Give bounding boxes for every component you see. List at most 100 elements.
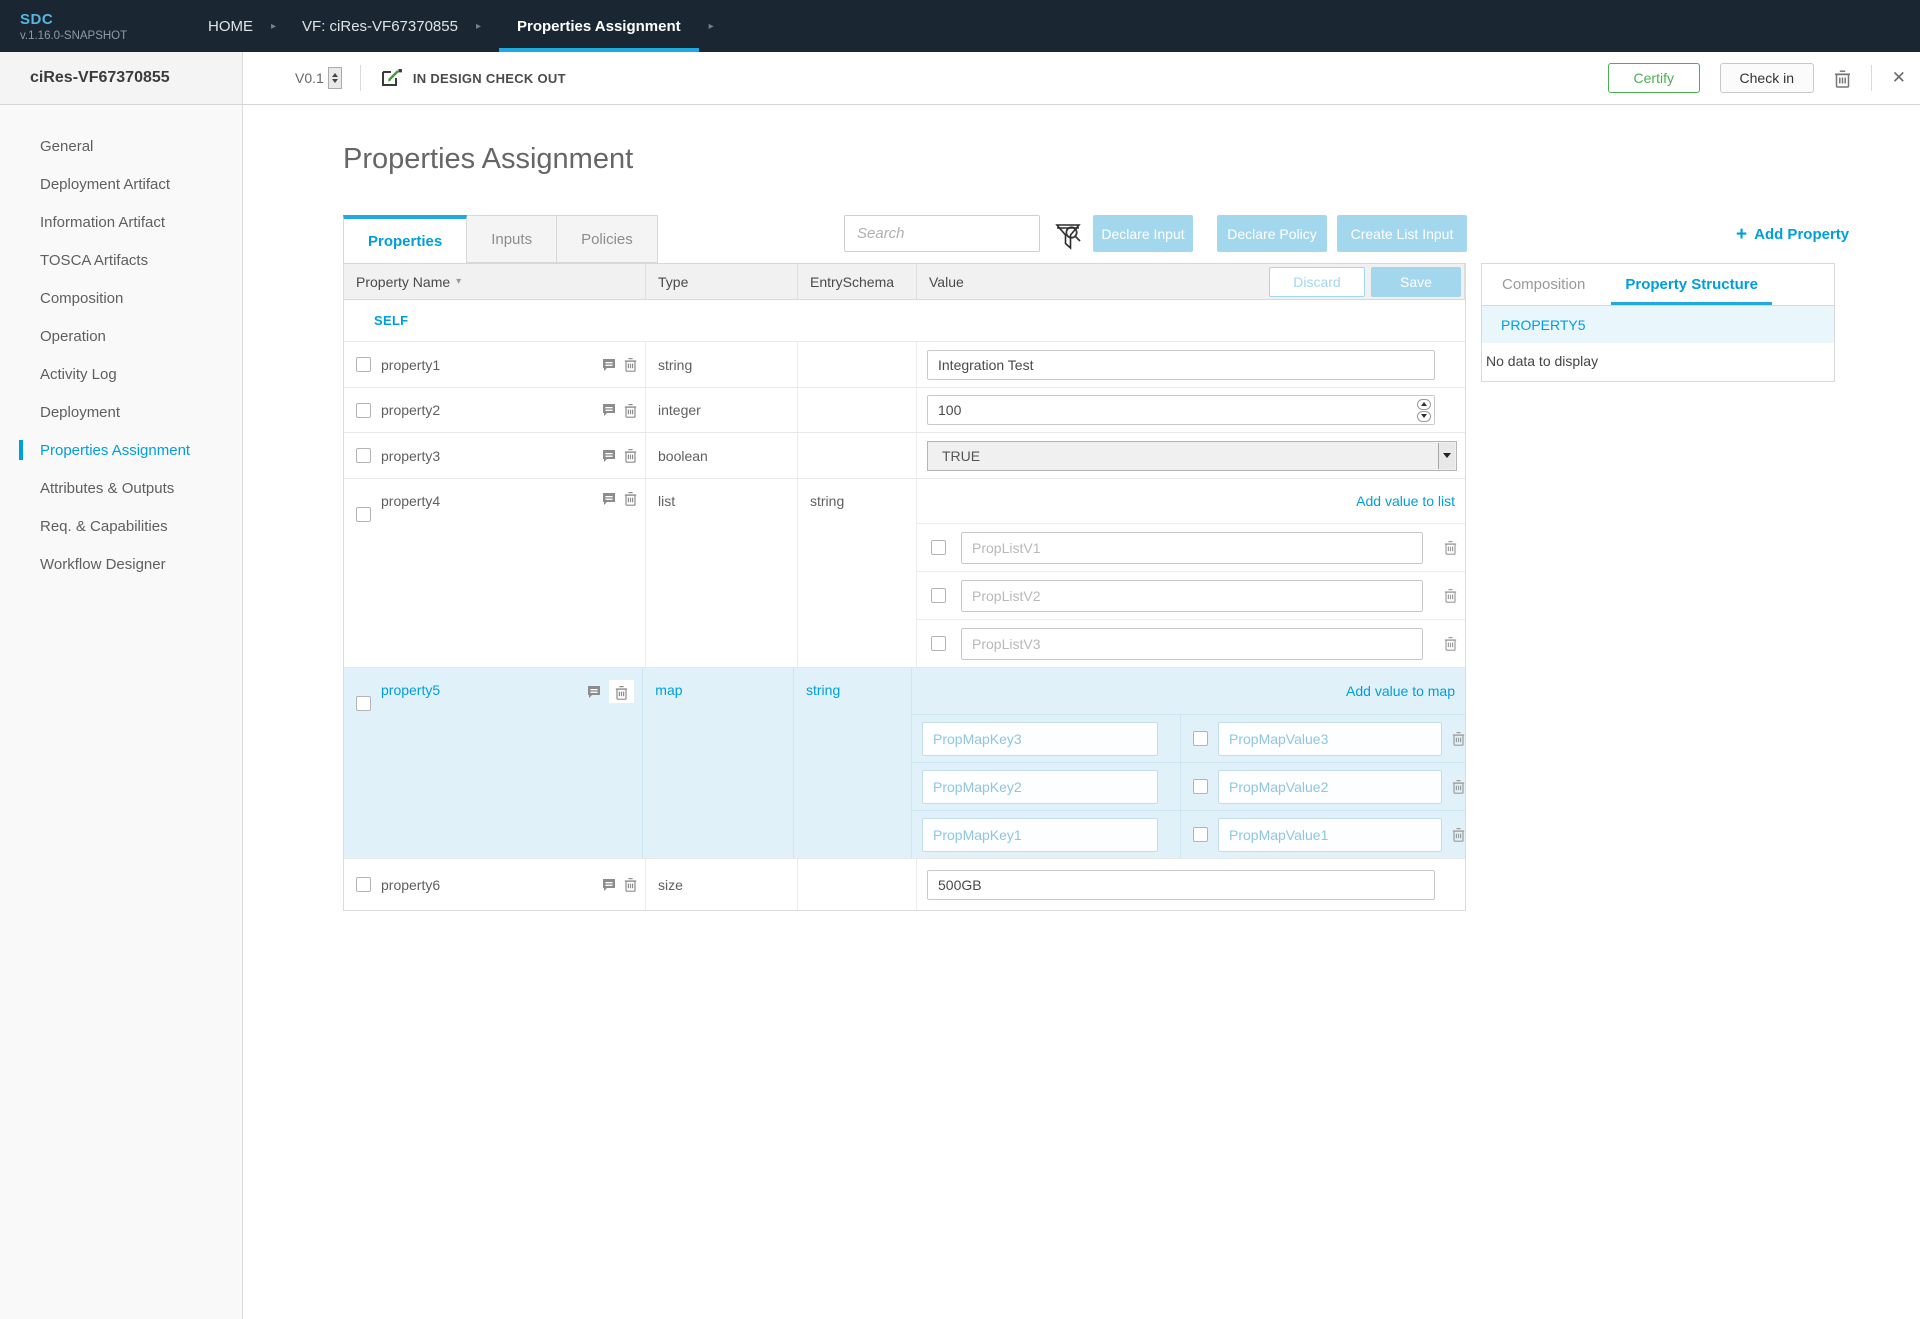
trash-icon xyxy=(1834,69,1851,88)
breadcrumb-properties-assignment[interactable]: Properties Assignment xyxy=(499,0,699,52)
sidebar-item-attributes-outputs[interactable]: Attributes & Outputs xyxy=(0,469,242,507)
trash-icon[interactable] xyxy=(1444,636,1457,651)
stepper-up-icon[interactable] xyxy=(1417,399,1431,410)
discard-button[interactable]: Discard xyxy=(1269,267,1365,297)
list-value-row xyxy=(917,523,1465,571)
version-spinner-icon[interactable] xyxy=(328,67,342,89)
property2-value-input[interactable] xyxy=(927,395,1435,425)
tab-policies[interactable]: Policies xyxy=(557,215,658,263)
map-value-input[interactable] xyxy=(1218,818,1442,852)
stepper-down-icon[interactable] xyxy=(1417,411,1431,422)
sidebar-item-composition[interactable]: Composition xyxy=(0,279,242,317)
trash-icon[interactable] xyxy=(624,357,637,372)
sidebar-item-activity-log[interactable]: Activity Log xyxy=(0,355,242,393)
comment-icon[interactable] xyxy=(602,878,616,892)
tab-property-structure[interactable]: Property Structure xyxy=(1605,264,1778,305)
check-in-button[interactable]: Check in xyxy=(1720,63,1814,93)
sidebar-item-operation[interactable]: Operation xyxy=(0,317,242,355)
map-key-input[interactable] xyxy=(922,722,1158,756)
status-text: IN DESIGN CHECK OUT xyxy=(413,71,566,86)
map-key-input[interactable] xyxy=(922,818,1158,852)
list-value-input[interactable] xyxy=(961,628,1423,660)
number-stepper[interactable] xyxy=(1416,398,1432,422)
trash-icon[interactable] xyxy=(1452,731,1465,746)
row-checkbox[interactable] xyxy=(356,448,371,463)
chevron-right-icon: ▸ xyxy=(261,21,294,32)
delete-entity-button[interactable] xyxy=(1834,69,1851,88)
add-value-to-list-link[interactable]: Add value to list xyxy=(1356,493,1455,509)
comment-icon[interactable] xyxy=(587,685,601,699)
declare-policy-button[interactable]: Declare Policy xyxy=(1217,215,1327,252)
trash-icon[interactable] xyxy=(1444,540,1457,555)
breadcrumb: HOME ▸ VF: ciRes-VF67370855 ▸ Properties… xyxy=(200,0,732,52)
trash-icon[interactable] xyxy=(609,680,634,703)
entity-name-box: ciRes-VF67370855 xyxy=(0,52,243,104)
trash-icon[interactable] xyxy=(1452,827,1465,842)
divider xyxy=(360,65,361,91)
trash-icon[interactable] xyxy=(1444,588,1457,603)
breadcrumb-vf[interactable]: VF: ciRes-VF67370855 xyxy=(294,18,466,35)
row-checkbox[interactable] xyxy=(356,403,371,418)
panel-tabs: Composition Property Structure xyxy=(1482,264,1834,306)
property3-value-select[interactable]: TRUE xyxy=(927,441,1457,471)
map-entry-checkbox[interactable] xyxy=(1193,779,1208,794)
sidebar-item-workflow-designer[interactable]: Workflow Designer xyxy=(0,545,242,583)
sidebar-item-deployment[interactable]: Deployment xyxy=(0,393,242,431)
empty-state-message: No data to display xyxy=(1482,343,1834,381)
breadcrumb-home[interactable]: HOME xyxy=(200,18,261,35)
row-checkbox[interactable] xyxy=(356,696,371,711)
certify-button[interactable]: Certify xyxy=(1608,63,1700,93)
app-logo[interactable]: SDC v.1.16.0-SNAPSHOT xyxy=(0,11,200,42)
trash-icon[interactable] xyxy=(624,403,637,418)
close-button[interactable]: ✕ xyxy=(1892,68,1906,88)
sidebar-item-information-artifact[interactable]: Information Artifact xyxy=(0,203,242,241)
map-key-input[interactable] xyxy=(922,770,1158,804)
list-value-input[interactable] xyxy=(961,580,1423,612)
table-row-property2: property2 integer xyxy=(344,388,1465,433)
row-checkbox[interactable] xyxy=(356,877,371,892)
sidebar-item-req-capabilities[interactable]: Req. & Capabilities xyxy=(0,507,242,545)
declare-input-button[interactable]: Declare Input xyxy=(1093,215,1193,252)
trash-icon[interactable] xyxy=(624,877,637,892)
sidebar-item-properties-assignment[interactable]: Properties Assignment xyxy=(0,431,242,469)
map-entry-checkbox[interactable] xyxy=(1193,827,1208,842)
list-item-checkbox[interactable] xyxy=(931,636,946,651)
sidebar-item-tosca-artifacts[interactable]: TOSCA Artifacts xyxy=(0,241,242,279)
save-button[interactable]: Save xyxy=(1371,267,1461,297)
tab-inputs[interactable]: Inputs xyxy=(467,215,557,263)
filter-funnel-icon[interactable] xyxy=(1055,223,1081,251)
row-checkbox[interactable] xyxy=(356,507,371,522)
map-entry-checkbox[interactable] xyxy=(1193,731,1208,746)
trash-icon[interactable] xyxy=(1452,779,1465,794)
sort-caret-icon: ▾ xyxy=(456,276,461,287)
tab-properties[interactable]: Properties xyxy=(343,215,467,263)
sidebar-item-deployment-artifact[interactable]: Deployment Artifact xyxy=(0,165,242,203)
list-value-input[interactable] xyxy=(961,532,1423,564)
map-value-input[interactable] xyxy=(1218,770,1442,804)
search-input[interactable] xyxy=(845,225,1064,242)
trash-icon[interactable] xyxy=(624,491,637,506)
sidebar-item-general[interactable]: General xyxy=(0,127,242,165)
property6-value-input[interactable] xyxy=(927,870,1435,900)
comment-icon[interactable] xyxy=(602,449,616,463)
self-group-row[interactable]: SELF xyxy=(344,300,1465,342)
add-property-button[interactable]: + Add Property xyxy=(1736,225,1849,244)
add-value-to-map-link[interactable]: Add value to map xyxy=(1346,683,1455,699)
comment-icon[interactable] xyxy=(602,492,616,506)
row-checkbox[interactable] xyxy=(356,357,371,372)
list-item-checkbox[interactable] xyxy=(931,588,946,603)
map-value-input[interactable] xyxy=(1218,722,1442,756)
list-item-checkbox[interactable] xyxy=(931,540,946,555)
tab-composition[interactable]: Composition xyxy=(1482,264,1605,305)
version-selector[interactable]: V0.1 xyxy=(295,67,342,89)
comment-icon[interactable] xyxy=(602,358,616,372)
selected-property-row[interactable]: PROPERTY5 xyxy=(1482,306,1834,343)
column-property-name[interactable]: Property Name ▾ xyxy=(344,264,646,299)
search-box xyxy=(844,215,1040,252)
property1-value-input[interactable] xyxy=(927,350,1435,380)
comment-icon[interactable] xyxy=(602,403,616,417)
top-bar: SDC v.1.16.0-SNAPSHOT HOME ▸ VF: ciRes-V… xyxy=(0,0,1920,52)
trash-icon[interactable] xyxy=(624,448,637,463)
breadcrumb-active-label: Properties Assignment xyxy=(517,18,681,35)
create-list-input-button[interactable]: Create List Input xyxy=(1337,215,1467,252)
